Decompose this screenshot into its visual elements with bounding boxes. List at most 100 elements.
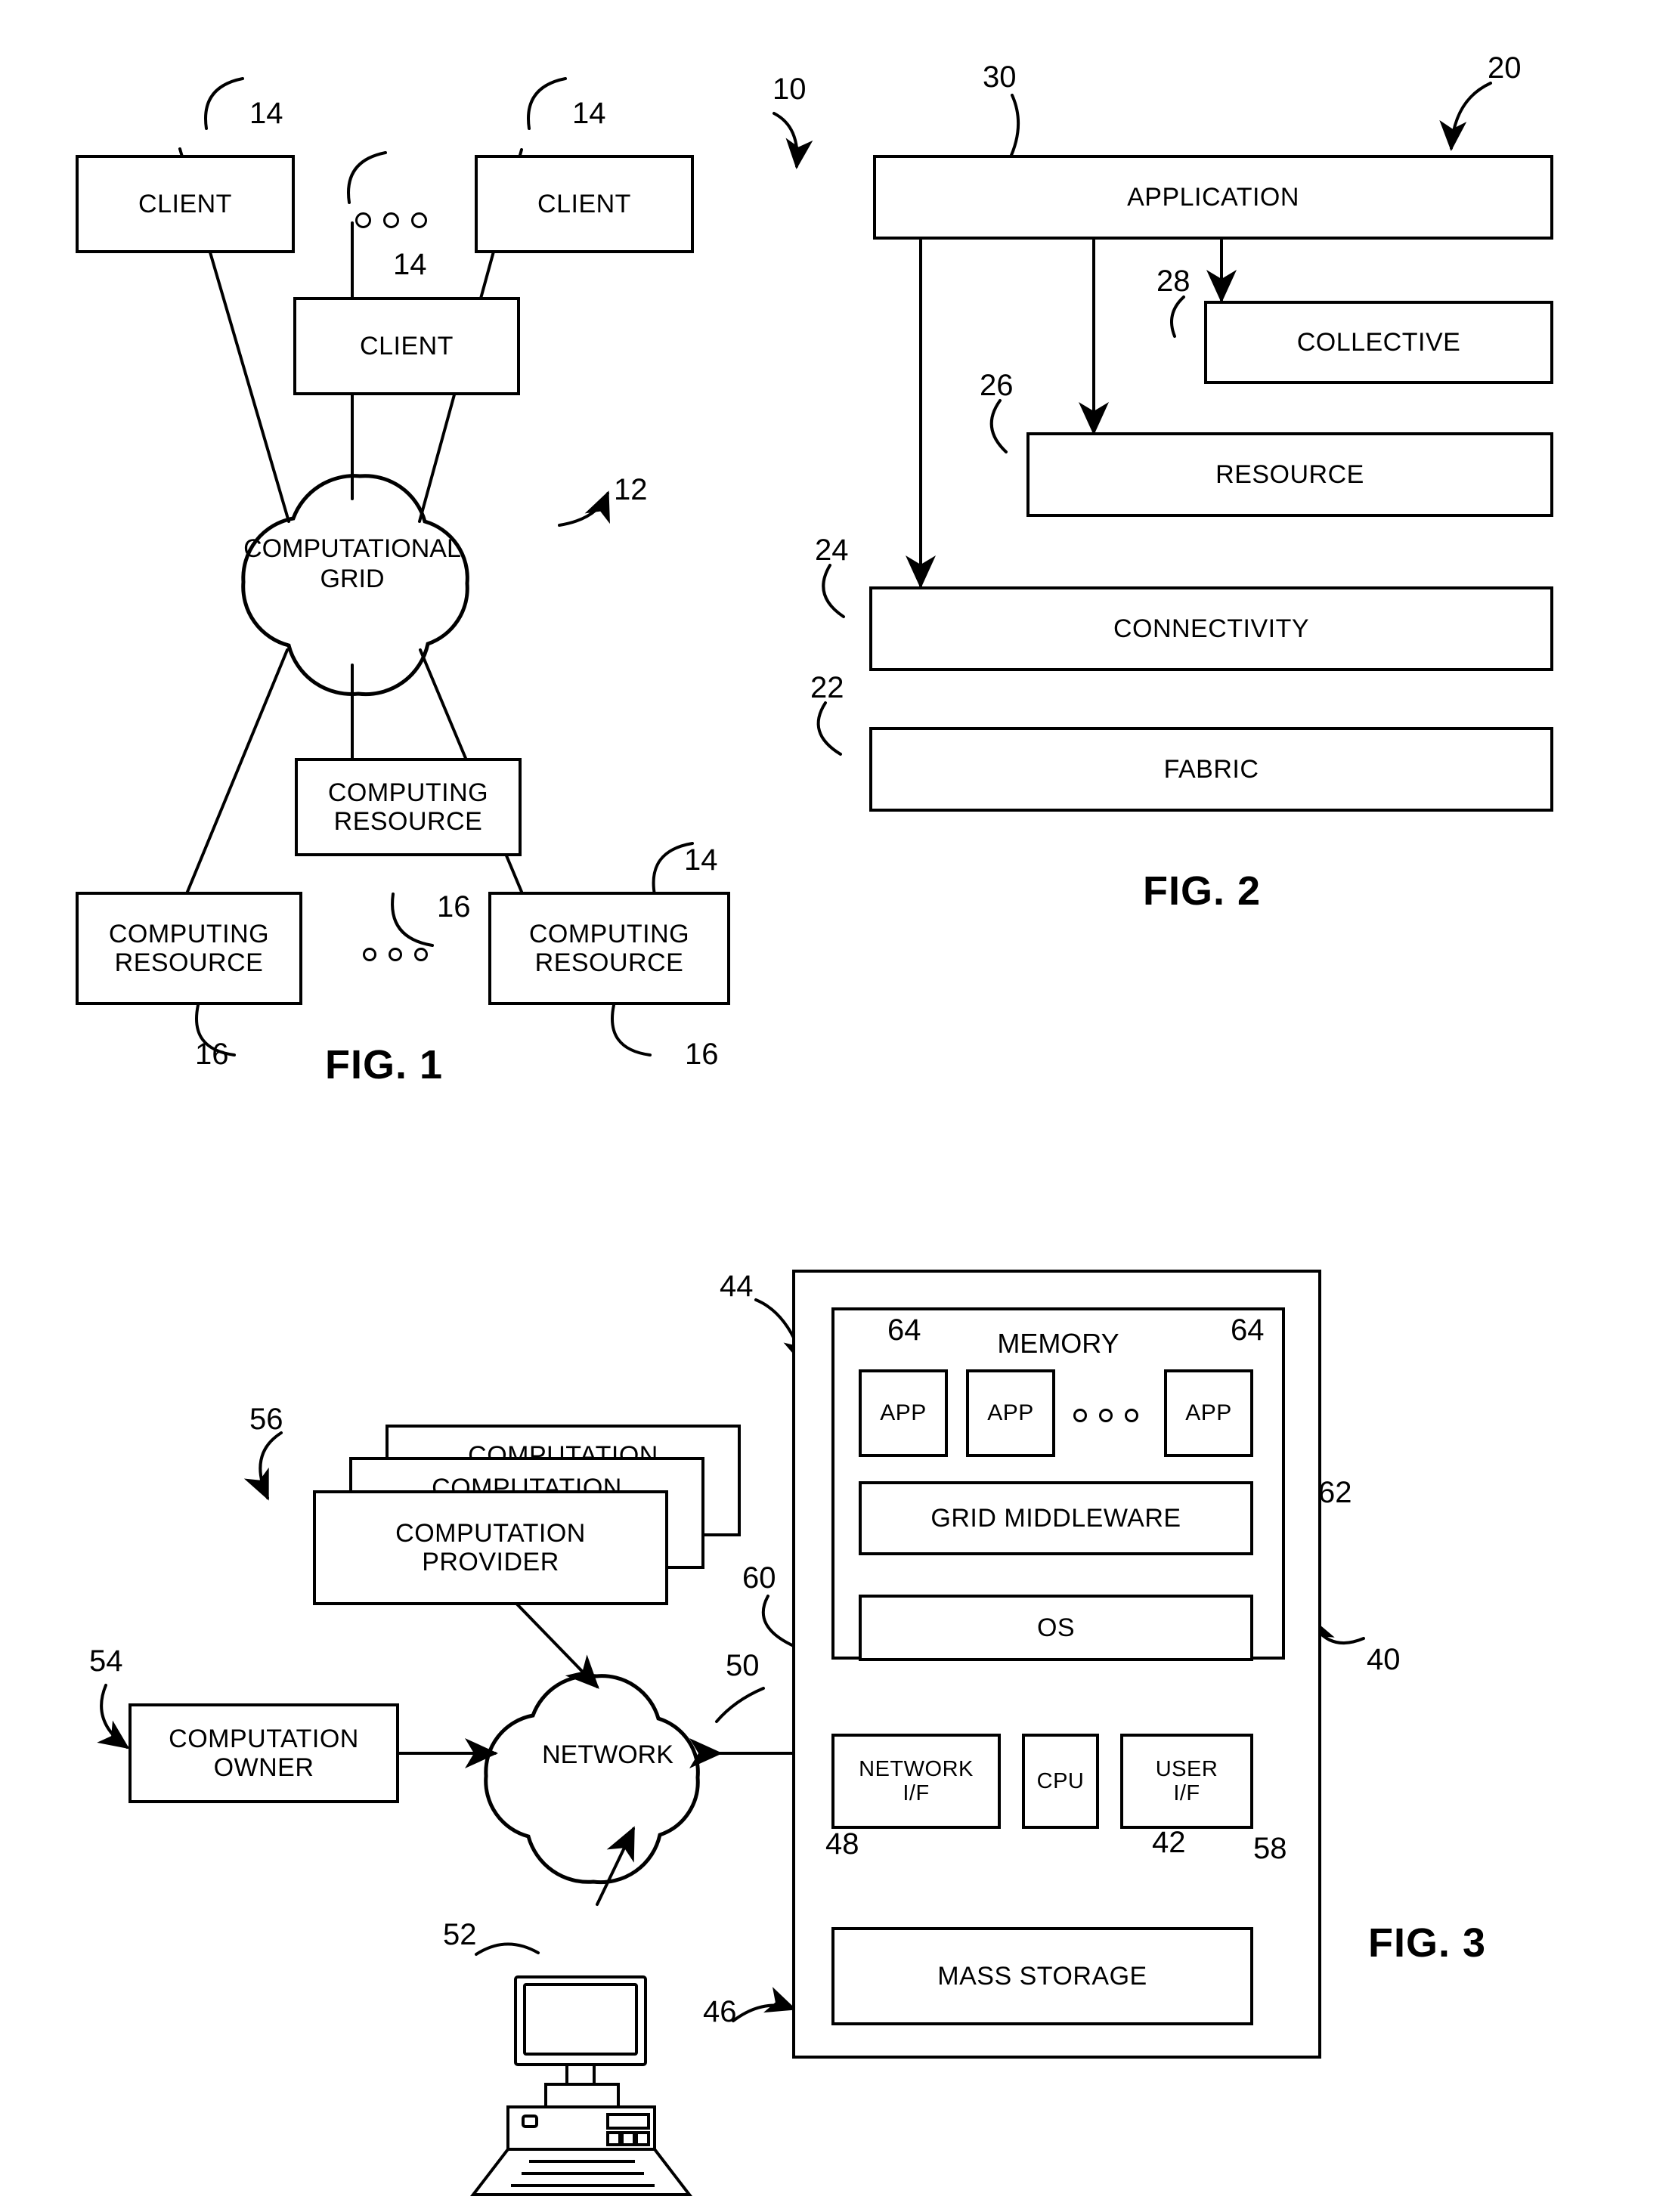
application-layer-box[interactable]: APPLICATION: [873, 155, 1553, 240]
cpu-label: CPU: [1036, 1768, 1085, 1793]
computing-resource-mid-box[interactable]: COMPUTING RESOURCE: [295, 758, 522, 856]
ref-64-app-left: 64: [887, 1313, 921, 1347]
ellipsis-clients: [355, 212, 427, 228]
computing-resource-left-box[interactable]: COMPUTING RESOURCE: [76, 892, 302, 1005]
ref-50-network: 50: [726, 1649, 760, 1682]
mass-storage-label: MASS STORAGE: [937, 1961, 1147, 1991]
network-interface-label: NETWORK I/F: [859, 1757, 974, 1806]
leader-12-grid: [558, 490, 610, 527]
ref-40-computer: 40: [1367, 1643, 1401, 1676]
app-box-1[interactable]: APP: [859, 1369, 948, 1457]
ellipsis-apps: [1073, 1409, 1138, 1422]
collective-layer-box[interactable]: COLLECTIVE: [1204, 301, 1553, 384]
ref-16-resource-left: 16: [195, 1038, 229, 1071]
computation-owner-box[interactable]: COMPUTATION OWNER: [128, 1703, 399, 1803]
collective-label: COLLECTIVE: [1296, 327, 1461, 357]
ref-64-app-right: 64: [1231, 1313, 1265, 1347]
owner-line2: OWNER: [213, 1753, 314, 1782]
ref-24-connectivity: 24: [815, 534, 849, 567]
network-cloud-label: NETWORK: [542, 1740, 673, 1769]
resource-layer-box[interactable]: RESOURCE: [1026, 432, 1553, 517]
leader-16-resource-mid: [391, 893, 434, 947]
provider-line2: PROVIDER: [422, 1548, 559, 1576]
arrow-terminal-network: [596, 1826, 635, 1906]
leader-54-computation-owner: [97, 1684, 130, 1749]
line-grid-to-resource-left: [186, 648, 289, 893]
network-interface-box[interactable]: NETWORK I/F: [831, 1734, 1001, 1829]
computing-resource-right-box[interactable]: COMPUTING RESOURCE: [488, 892, 730, 1005]
client-right-box[interactable]: CLIENT: [475, 155, 694, 253]
ref-52-terminal: 52: [443, 1918, 477, 1951]
netif-line1: NETWORK: [859, 1756, 974, 1781]
userif-line2: I/F: [1173, 1781, 1200, 1805]
ref-12-grid: 12: [614, 473, 648, 506]
computing-resource-right-label: COMPUTING RESOURCE: [529, 920, 689, 977]
leader-60-os: [761, 1595, 795, 1647]
application-label: APPLICATION: [1127, 182, 1299, 212]
ref-62-grid-middleware: 62: [1318, 1476, 1352, 1509]
connectivity-layer-box[interactable]: CONNECTIVITY: [869, 586, 1553, 671]
client-left-box[interactable]: CLIENT: [76, 155, 295, 253]
res-left-line1: COMPUTING: [108, 919, 270, 948]
connectivity-label: CONNECTIVITY: [1113, 614, 1310, 643]
computational-grid-label: COMPUTATIONAL GRID: [243, 534, 461, 594]
fabric-layer-box[interactable]: FABRIC: [869, 727, 1553, 812]
user-interface-box[interactable]: USER I/F: [1120, 1734, 1253, 1829]
leader-22-fabric: [816, 701, 842, 756]
ref-26-resource: 26: [980, 369, 1014, 402]
ref-42-cpu: 42: [1152, 1826, 1186, 1859]
computing-resource-left-label: COMPUTING RESOURCE: [109, 920, 269, 977]
computation-owner-label: COMPUTATION OWNER: [169, 1725, 359, 1782]
memory-title: MEMORY: [997, 1328, 1119, 1359]
computation-provider-label: COMPUTATION PROVIDER: [395, 1519, 586, 1576]
res-right-line2: RESOURCE: [534, 948, 684, 977]
app-box-2[interactable]: APP: [966, 1369, 1055, 1457]
leader-16-resource-right: [611, 1004, 652, 1057]
network-cloud: [484, 1674, 700, 1885]
ref-10-system: 10: [773, 73, 807, 106]
figure-2-label: FIG. 2: [1143, 868, 1262, 914]
ref-16-resource-mid: 16: [437, 890, 471, 923]
figure-1-label: FIG. 1: [325, 1042, 444, 1087]
leader-24-connectivity: [822, 564, 845, 618]
res-mid-line1: COMPUTING: [327, 778, 489, 807]
app-box-3[interactable]: APP: [1164, 1369, 1253, 1457]
computation-provider-box[interactable]: COMPUTATION PROVIDER: [313, 1490, 668, 1605]
grid-middleware-label: GRID MIDDLEWARE: [930, 1503, 1181, 1533]
ref-28-collective: 28: [1156, 265, 1191, 298]
client-right-label: CLIENT: [537, 189, 631, 218]
netif-line2: I/F: [903, 1781, 930, 1805]
res-mid-line2: RESOURCE: [333, 807, 483, 836]
client-mid-box[interactable]: CLIENT: [293, 297, 520, 395]
leader-14-client-right: [527, 77, 567, 130]
ellipsis-resources: [363, 948, 428, 961]
client-left-label: CLIENT: [138, 189, 232, 218]
fabric-label: FABRIC: [1163, 754, 1259, 784]
owner-line1: COMPUTATION: [169, 1724, 359, 1753]
leader-56-computation-provider: [243, 1431, 283, 1501]
leader-14-client-mid: [347, 151, 387, 204]
cpu-box[interactable]: CPU: [1022, 1734, 1099, 1829]
grid-middleware-box[interactable]: GRID MIDDLEWARE: [859, 1481, 1253, 1555]
user-interface-label: USER I/F: [1156, 1757, 1218, 1806]
ref-14-client-mid: 14: [393, 248, 427, 281]
mass-storage-box[interactable]: MASS STORAGE: [831, 1927, 1253, 2025]
ref-48-network-if: 48: [825, 1827, 859, 1861]
ref-58-user-if: 58: [1253, 1832, 1287, 1865]
ref-14-resource-right: 14: [684, 843, 718, 877]
ref-22-fabric: 22: [810, 671, 844, 704]
ref-46-mass-storage: 46: [703, 1995, 737, 2028]
ref-44-memory: 44: [720, 1270, 754, 1303]
leader-26-resource: [989, 399, 1008, 453]
res-left-line2: RESOURCE: [114, 948, 264, 977]
figure-3-label: FIG. 3: [1368, 1920, 1487, 1966]
os-box[interactable]: OS: [859, 1595, 1253, 1661]
leader-30-application: [1008, 94, 1020, 162]
app-3-label: APP: [1185, 1400, 1232, 1426]
ref-54-owner: 54: [89, 1644, 123, 1678]
grid-label-line1: COMPUTATIONAL: [243, 534, 461, 563]
grid-label-line2: GRID: [320, 565, 385, 594]
leader-14-client-left: [204, 77, 244, 130]
res-right-line1: COMPUTING: [528, 919, 690, 948]
app-1-label: APP: [880, 1400, 927, 1426]
